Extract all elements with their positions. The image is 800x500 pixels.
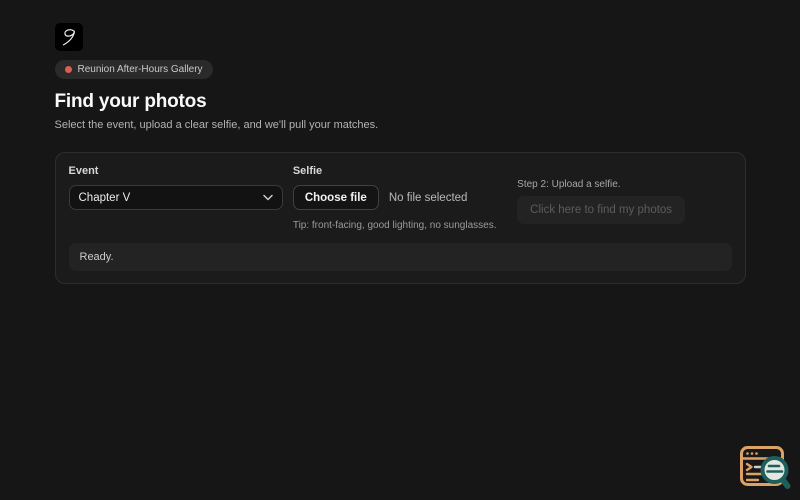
selfie-file-input: Choose file No file selected: [292, 185, 507, 210]
file-status-text: No file selected: [388, 191, 468, 204]
event-select-value: Chapter V: [78, 191, 131, 204]
window-magnifier-overlay-icon[interactable]: [738, 444, 794, 492]
brand-swoosh-icon: [58, 26, 80, 48]
page-title: Find your photos: [54, 91, 207, 112]
page-subtitle: Select the event, upload a clear selfie,…: [54, 119, 379, 131]
selfie-label: Selfie: [292, 165, 323, 177]
selfie-tip: Tip: front-facing, good lighting, no sun…: [292, 220, 497, 231]
selfie-column: Selfie Choose file No file selected Tip:…: [292, 165, 507, 231]
event-badge-label: Reunion After-Hours Gallery: [77, 64, 203, 75]
chevron-down-icon: [263, 194, 273, 201]
event-column: Event Chapter V: [68, 165, 283, 231]
event-select[interactable]: Chapter V: [68, 185, 283, 210]
choose-file-button[interactable]: Choose file: [292, 185, 379, 210]
brand-logo: [54, 23, 83, 51]
finder-card: Event Chapter V Selfie Choose file No fi…: [54, 152, 746, 284]
action-column: Step 2: Upload a selfie. Click here to f…: [517, 165, 731, 231]
step-hint: Step 2: Upload a selfie.: [517, 179, 621, 190]
page: Reunion After-Hours Gallery Find your ph…: [54, 0, 746, 284]
status-bar: Ready.: [68, 243, 732, 271]
event-label: Event: [68, 165, 99, 177]
status-dot-icon: [64, 66, 72, 73]
find-photos-button[interactable]: Click here to find my photos: [517, 196, 686, 224]
event-badge: Reunion After-Hours Gallery: [54, 60, 213, 79]
